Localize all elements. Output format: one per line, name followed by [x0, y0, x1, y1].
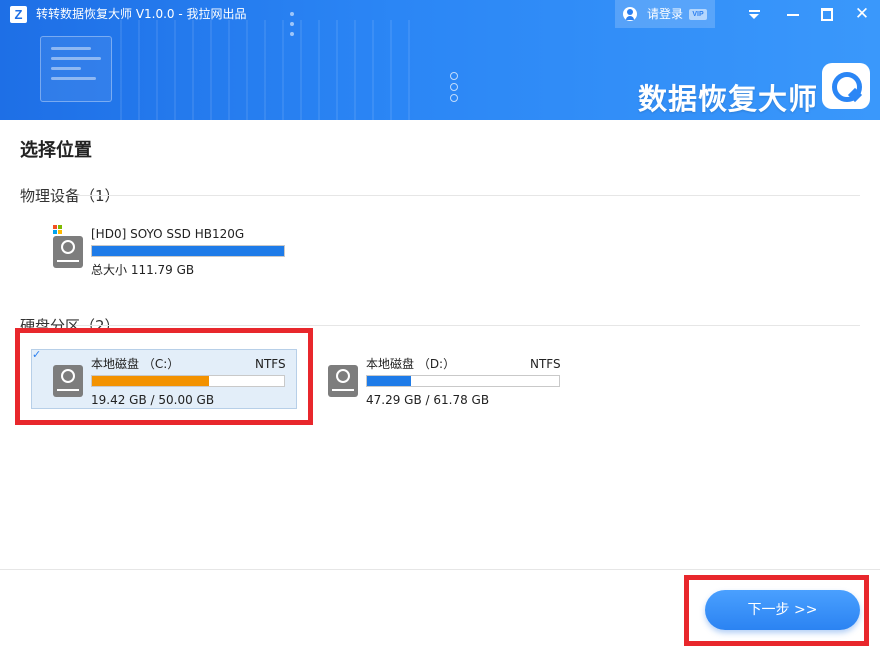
header-banner: Z 转转数据恢复大师 V1.0.0 - 我拉网出品 请登录 VIP ✕ 数据恢复…	[0, 0, 880, 120]
usage-fill	[92, 246, 284, 256]
brand-logo-icon	[822, 63, 870, 109]
close-icon[interactable]: ✕	[851, 4, 873, 24]
partition-name: 本地磁盘 （D:）	[366, 357, 455, 371]
device-usage-bar	[91, 245, 285, 257]
highlight-box	[15, 328, 313, 425]
page-title: 选择位置	[20, 139, 92, 163]
partition-usage-bar	[366, 375, 560, 387]
divider	[75, 195, 860, 196]
menu-dropdown-icon[interactable]	[744, 4, 766, 24]
decor-panel	[40, 36, 112, 102]
footer-divider	[0, 569, 880, 570]
login-label: 请登录	[647, 6, 683, 22]
highlight-box	[684, 575, 869, 646]
brand-title: 数据恢复大师	[638, 76, 818, 118]
windows-flag-icon	[53, 225, 63, 235]
window-title: 转转数据恢复大师 V1.0.0 - 我拉网出品	[36, 6, 247, 23]
disk-icon	[53, 236, 83, 268]
vip-badge: VIP	[689, 9, 707, 20]
maximize-icon[interactable]	[816, 4, 838, 24]
login-button[interactable]: 请登录 VIP	[615, 0, 715, 28]
divider	[75, 325, 860, 326]
user-icon	[623, 7, 637, 21]
physical-devices-label: 物理设备（1）	[20, 186, 120, 206]
decor-lines	[120, 20, 420, 120]
partition-filesystem: NTFS	[530, 357, 561, 371]
partition-size: 47.29 GB / 61.78 GB	[366, 393, 489, 407]
device-size: 总大小 111.79 GB	[91, 263, 194, 277]
app-logo-icon: Z	[10, 6, 27, 23]
device-name: [HD0] SOYO SSD HB120G	[91, 227, 244, 241]
usage-fill	[367, 376, 411, 386]
minimize-icon[interactable]	[782, 4, 804, 24]
disk-icon	[328, 365, 358, 397]
